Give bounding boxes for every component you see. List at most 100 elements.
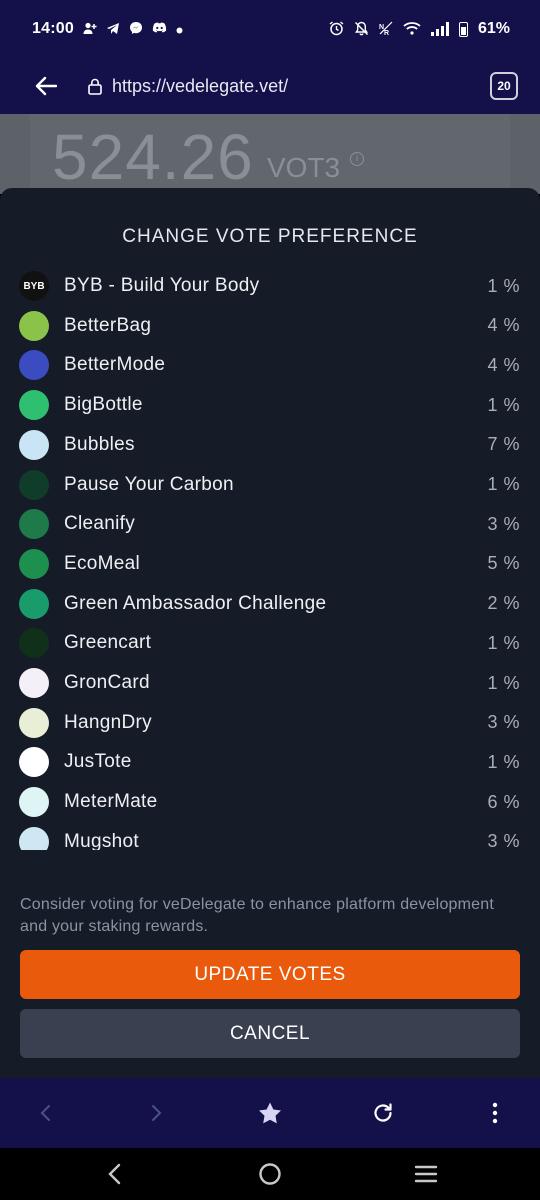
lock-icon [88,77,102,95]
tab-count: 20 [497,79,511,93]
app-logo-icon: BYB [19,271,49,301]
app-vote-percent[interactable]: 4 % [487,355,520,376]
discord-icon [152,22,167,36]
app-vote-percent[interactable]: 2 % [487,593,520,614]
app-name: Bubbles [64,433,135,455]
svg-text:R: R [384,30,389,36]
modal-title: CHANGE VOTE PREFERENCE [122,226,418,247]
app-vote-percent[interactable]: 4 % [487,315,520,336]
dot-icon [176,23,183,36]
update-votes-label: UPDATE VOTES [194,963,346,985]
app-row[interactable]: Pause Your Carbon 1 % [0,465,540,505]
app-logo-icon [19,747,49,778]
browser-back-button[interactable] [26,66,66,106]
app-logo-icon [19,509,49,540]
nav-recents-button[interactable] [406,1154,446,1194]
app-name: Green Ambassador Challenge [64,592,327,614]
background-page: 524.26 VOT3 i [0,114,540,194]
app-vote-percent[interactable]: 1 % [487,395,520,416]
app-row[interactable]: Cleanify 3 % [0,504,540,544]
signal-icon [430,22,449,36]
cancel-button[interactable]: CANCEL [20,1009,520,1058]
app-name: JusTote [64,751,132,773]
mute-icon [354,21,369,38]
alarm-icon [329,20,344,38]
toolbar-reload-button[interactable] [363,1093,403,1133]
nav-back-icon [108,1163,121,1185]
reload-icon [374,1103,392,1122]
app-row[interactable]: Mugshot 3 % [0,822,540,850]
more-icon [492,1102,498,1124]
app-name: HangnDry [64,711,152,733]
app-logo-icon [19,350,49,381]
url-text[interactable]: https://vedelegate.vet/ [112,76,288,97]
app-row[interactable]: Greencart 1 % [0,623,540,663]
tabs-count-button[interactable]: 20 [490,72,518,100]
app-logo-icon [19,548,49,579]
app-row[interactable]: GronCard 1 % [0,663,540,703]
app-logo-icon [19,469,49,500]
nfc-icon: NR [379,21,393,38]
app-row[interactable]: EcoMeal 5 % [0,544,540,584]
app-row[interactable]: Green Ambassador Challenge 2 % [0,584,540,624]
app-row[interactable]: BetterMode 4 % [0,345,540,385]
balance-amount: 524.26 [52,121,254,193]
app-vote-percent[interactable]: 3 % [487,712,520,733]
app-logo-icon [19,707,49,738]
app-vote-percent[interactable]: 3 % [487,514,520,535]
status-time: 14:00 [32,20,74,37]
balance-unit: VOT3 [267,152,341,183]
app-row[interactable]: BetterBag 4 % [0,306,540,346]
app-name: MeterMate [64,791,158,813]
app-vote-percent[interactable]: 5 % [487,553,520,574]
update-votes-button[interactable]: UPDATE VOTES [20,950,520,999]
app-vote-percent[interactable]: 1 % [487,276,520,297]
app-logo-icon [19,310,49,341]
app-row[interactable]: BYB BYB - Build Your Body 1 % [0,266,540,306]
app-row[interactable]: HangnDry 3 % [0,703,540,743]
arrow-left-icon [35,76,57,96]
app-list[interactable]: BYB BYB - Build Your Body 1 % BetterBag 4 % B… [0,266,540,850]
person-add-icon [83,22,97,37]
app-vote-percent[interactable]: 3 % [487,831,520,850]
vote-preference-modal: CHANGE VOTE PREFERENCE BYB BYB - Build Yo… [0,188,540,1078]
app-logo-icon [19,429,49,460]
toolbar-forward-button[interactable] [137,1093,177,1133]
browser-url-bar: https://vedelegate.vet/ 20 [0,58,540,114]
nav-home-button[interactable] [250,1154,290,1194]
app-row[interactable]: Bubbles 7 % [0,425,540,465]
app-name: BigBottle [64,394,143,416]
app-logo-icon [19,787,49,818]
toolbar-back-button[interactable] [25,1093,65,1133]
app-name: EcoMeal [64,552,141,574]
app-vote-percent[interactable]: 1 % [487,752,520,773]
app-vote-percent[interactable]: 7 % [487,434,520,455]
app-row[interactable]: BigBottle 1 % [0,385,540,425]
app-name: Mugshot [64,830,139,850]
bookmark-star-icon [259,1102,281,1124]
app-logo-icon [19,628,49,659]
app-logo-text: BYB [23,280,45,292]
consider-text: Consider voting for veDelegate to enhanc… [20,896,495,935]
info-icon: i [350,152,364,166]
telegram-icon [106,22,120,37]
toolbar-bookmark-button[interactable] [250,1093,290,1133]
app-vote-percent[interactable]: 6 % [487,792,520,813]
app-name: Pause Your Carbon [64,473,234,495]
app-logo-icon [19,390,49,421]
app-vote-percent[interactable]: 1 % [487,673,520,694]
app-logo-icon [19,668,49,698]
app-row[interactable]: MeterMate 6 % [0,782,540,822]
app-vote-percent[interactable]: 1 % [487,474,520,495]
app-row[interactable]: JusTote 1 % [0,742,540,782]
nav-back-button[interactable] [94,1154,134,1194]
app-name: Greencart [64,632,152,654]
cancel-label: CANCEL [229,1022,311,1044]
nav-recents-icon [414,1165,438,1183]
android-nav-bar [0,1148,540,1200]
toolbar-more-button[interactable] [475,1093,515,1133]
battery-percent: 61% [477,20,510,37]
app-vote-percent[interactable]: 1 % [487,633,520,654]
app-name: BetterBag [64,314,152,336]
app-name: GronCard [64,672,150,693]
